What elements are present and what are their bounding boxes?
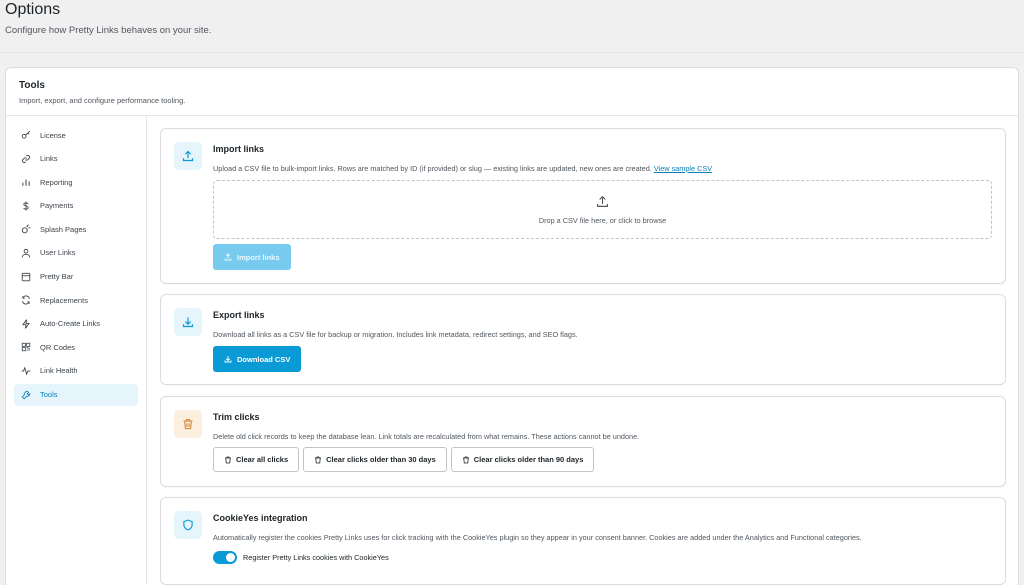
trim-clicks-title: Trim clicks [213,412,260,422]
header-divider [0,52,1024,53]
button-label: Clear clicks older than 90 days [473,455,584,464]
sidebar-item-links[interactable]: Links [14,148,138,170]
sidebar-item-label: Pretty Bar [40,272,74,282]
download-button-label: Download CSV [237,354,291,364]
splash-icon [21,224,31,234]
sidebar-item-label: License [40,130,66,140]
import-links-card: Import links Upload a CSV file to bulk-i… [160,128,1006,284]
export-links-title: Export links [213,310,265,320]
import-links-title: Import links [213,144,265,154]
sidebar-item-label: Auto-Create Links [40,319,101,329]
sidebar-item-label: QR Codes [40,342,76,352]
export-links-description: Download all links as a CSV file for bac… [213,330,578,339]
sidebar-item-payments[interactable]: Payments [14,195,138,217]
bar-chart-icon [21,177,31,187]
trash-icon [225,456,231,463]
options-sidebar: License Links Reporting Payments Splash … [6,116,147,585]
sidebar-item-label: Links [40,154,58,164]
export-links-card: Export links Download all links as a CSV… [160,294,1006,385]
qr-code-icon [21,342,31,352]
toggle-label: Register Pretty Links cookies with Cooki… [243,553,389,562]
button-label: Clear clicks older than 30 days [326,455,436,464]
trim-clicks-card: Trim clicks Delete old click records to … [160,396,1006,487]
clear-all-clicks-button[interactable]: Clear all clicks [213,447,300,472]
wrench-icon [21,390,31,400]
sidebar-item-license[interactable]: License [14,124,138,146]
window-icon [21,272,31,282]
key-icon [21,130,31,140]
import-links-body: Import links Upload a CSV file to bulk-i… [213,144,992,270]
sidebar-item-label: Payments [40,201,74,211]
link-icon [21,154,31,164]
dropzone-text: Drop a CSV file here, or click to browse [538,215,667,225]
trash-icon [174,410,202,438]
cookieyes-body: CookieYes integration Automatically regi… [213,513,992,564]
sidebar-item-label: Tools [40,390,58,400]
sidebar-item-label: Replacements [40,295,88,305]
lightning-icon [21,319,31,329]
import-button-label: Import links [237,252,280,262]
refresh-icon [21,295,31,305]
shield-icon [174,511,202,539]
page-header: Options Configure how Pretty Links behav… [5,0,211,36]
csv-dropzone[interactable]: Drop a CSV file here, or click to browse [213,180,992,239]
sidebar-item-auto-create-links[interactable]: Auto-Create Links [14,313,138,335]
panel-subtitle: Import, export, and configure performanc… [19,96,186,105]
download-icon [224,356,232,363]
panel-header: Tools Import, export, and configure perf… [6,68,1018,116]
button-label: Clear all clicks [236,455,289,464]
sidebar-item-label: User Links [40,248,76,258]
sidebar-item-user-links[interactable]: User Links [14,242,138,264]
trim-clicks-description: Delete old click records to keep the dat… [213,432,640,441]
download-csv-button[interactable]: Download CSV [213,346,302,372]
pulse-icon [21,366,31,376]
cookieyes-title: CookieYes integration [213,513,308,523]
sidebar-item-tools[interactable]: Tools [14,383,138,406]
sidebar-item-reporting[interactable]: Reporting [14,171,138,193]
import-links-button[interactable]: Import links [213,244,291,270]
upload-icon [597,195,608,207]
trash-icon [315,456,322,463]
sidebar-item-replacements[interactable]: Replacements [14,289,138,311]
clear-clicks-90-days-button[interactable]: Clear clicks older than 90 days [450,447,595,472]
dollar-icon [21,201,31,211]
trim-clicks-body: Trim clicks Delete old click records to … [213,412,992,472]
clear-clicks-30-days-button[interactable]: Clear clicks older than 30 days [303,447,447,472]
import-description-text: Upload a CSV file to bulk-import links. … [213,164,652,173]
download-icon [174,308,202,336]
upload-icon [174,142,202,170]
sidebar-item-label: Reporting [40,177,73,187]
sidebar-item-label: Splash Pages [40,224,87,234]
export-links-body: Export links Download all links as a CSV… [213,310,992,372]
import-links-description: Upload a CSV file to bulk-import links. … [213,164,992,173]
sidebar-item-label: Link Health [40,366,78,376]
cookieyes-card: CookieYes integration Automatically regi… [160,497,1006,585]
panel-title: Tools [19,80,45,91]
view-sample-csv-link[interactable]: View sample CSV [654,164,712,173]
user-icon [21,248,31,258]
upload-icon [224,253,232,261]
page-subtitle: Configure how Pretty Links behaves on yo… [5,25,212,36]
page-title: Options [5,1,61,18]
cookieyes-toggle-row: Register Pretty Links cookies with Cooki… [213,551,992,564]
cookieyes-description: Automatically register the cookies Prett… [213,533,862,542]
sidebar-item-link-health[interactable]: Link Health [14,360,138,382]
register-cookies-toggle[interactable] [213,551,237,564]
trash-icon [462,456,469,463]
sidebar-item-splash-pages[interactable]: Splash Pages [14,218,138,240]
sidebar-item-qr-codes[interactable]: QR Codes [14,336,138,358]
sidebar-item-pretty-bar[interactable]: Pretty Bar [14,266,138,288]
